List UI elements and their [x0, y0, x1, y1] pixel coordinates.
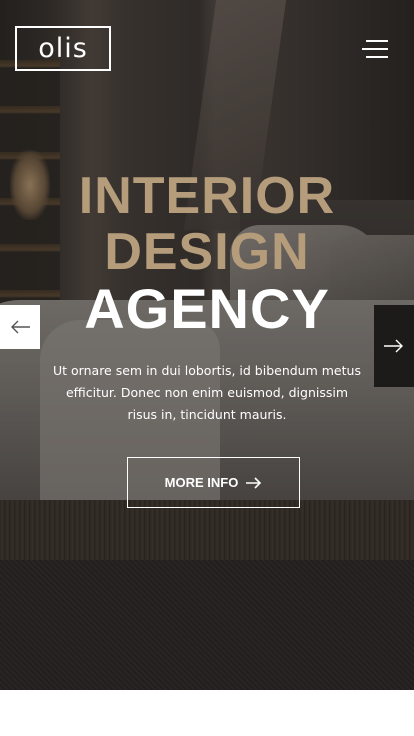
hero-description: Ut ornare sem in dui lobortis, id bibend…: [53, 362, 361, 422]
background-overlay: [0, 0, 414, 690]
arrow-right-icon: [384, 339, 403, 353]
slider-next-button[interactable]: [374, 305, 414, 387]
page-content-below: [0, 690, 414, 736]
arrow-right-icon: [246, 476, 262, 489]
arrow-left-icon: [11, 320, 30, 334]
headline-line-1: INTERIOR: [78, 167, 336, 225]
hero-headline: INTERIOR DESIGN AGENCY: [0, 168, 414, 338]
slider-prev-button[interactable]: [0, 305, 40, 349]
headline-line-3: AGENCY: [84, 277, 330, 340]
more-info-button[interactable]: MORE INFO: [127, 457, 300, 508]
headline-line-2: DESIGN: [104, 223, 310, 281]
hero-section: olis INTERIOR DESIGN AGENCY Ut ornare se…: [0, 0, 414, 690]
hamburger-menu-icon[interactable]: [362, 40, 388, 60]
logo[interactable]: olis: [15, 26, 111, 71]
more-info-label: MORE INFO: [164, 475, 239, 490]
